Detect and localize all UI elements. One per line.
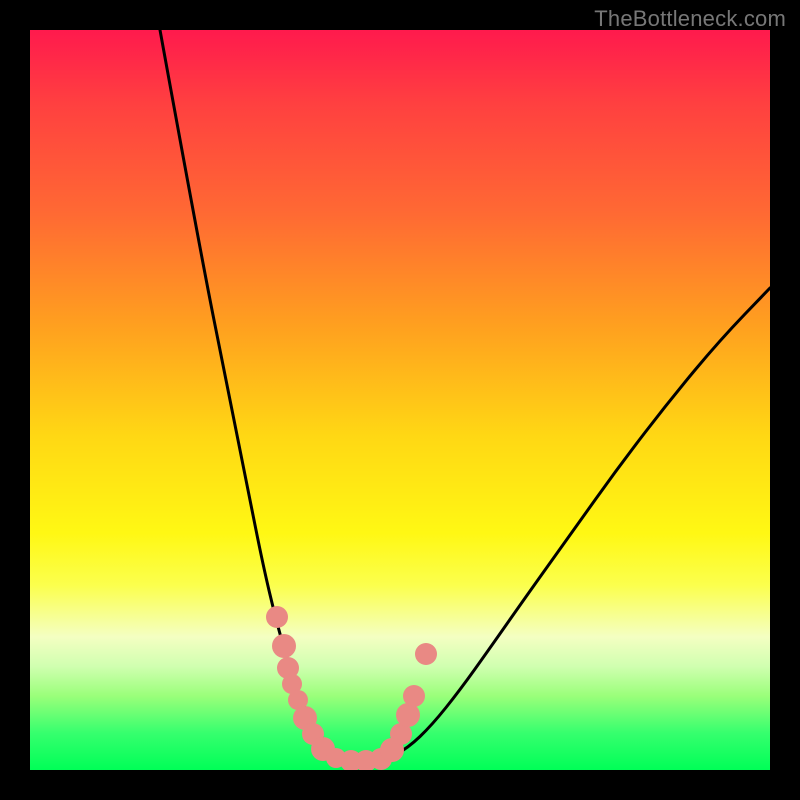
curve-marker <box>403 685 425 707</box>
watermark-label: TheBottleneck.com <box>594 6 786 32</box>
curve-marker <box>415 643 437 665</box>
curve-marker <box>266 606 288 628</box>
bottleneck-chart <box>30 30 770 770</box>
bottleneck-curve <box>160 30 770 761</box>
curve-marker <box>272 634 296 658</box>
